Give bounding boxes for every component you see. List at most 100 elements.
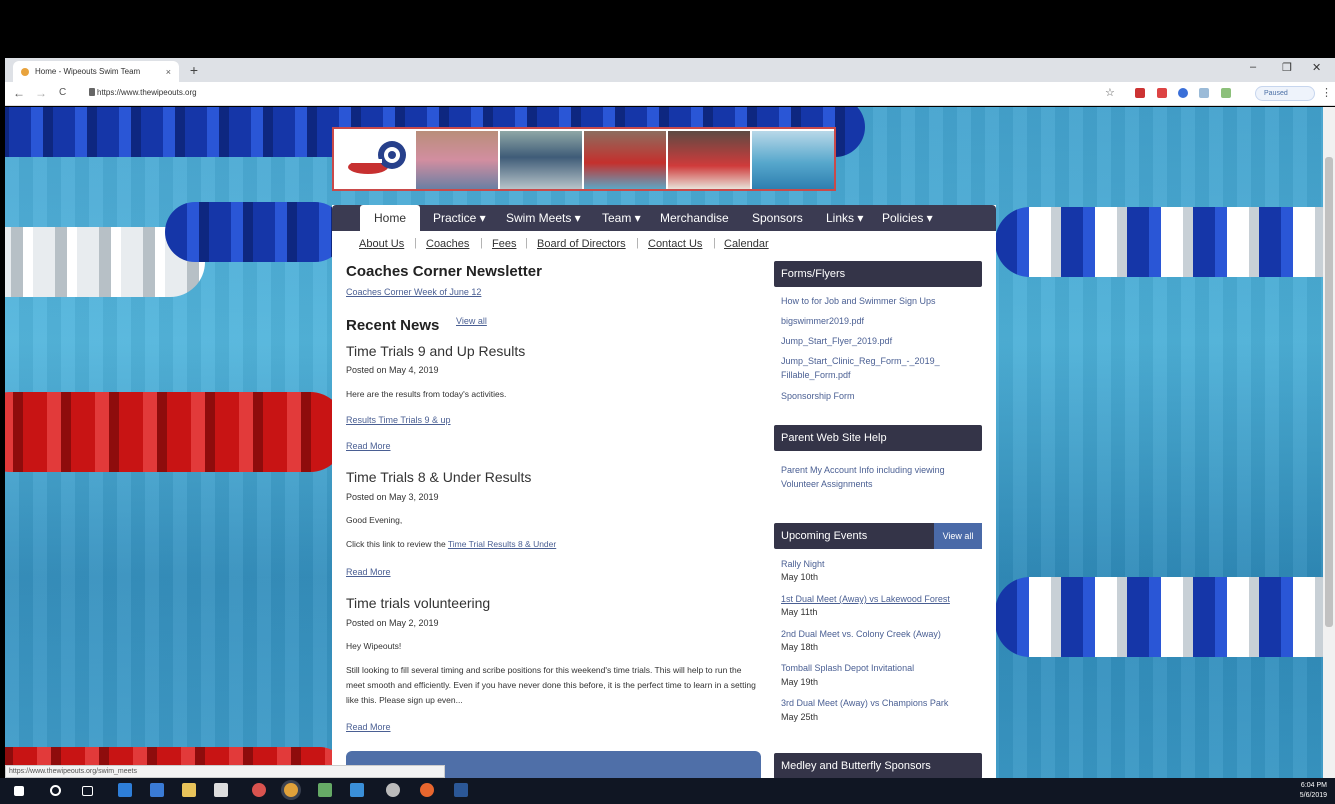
- back-button[interactable]: ←: [13, 86, 25, 100]
- minimize-button[interactable]: –: [1250, 61, 1256, 73]
- article-title[interactable]: Time Trials 9 and Up Results: [346, 343, 525, 359]
- lane-rope-right-lower: [995, 577, 1323, 657]
- app-icon[interactable]: [350, 783, 364, 797]
- browser-menu-icon[interactable]: ⋮: [1321, 86, 1332, 99]
- reload-button[interactable]: C: [59, 87, 66, 98]
- subnav-coaches[interactable]: Coaches: [426, 238, 469, 250]
- form-link[interactable]: How to for Job and Swimmer Sign Ups: [781, 294, 976, 308]
- store-icon[interactable]: [150, 783, 164, 797]
- article-date: Posted on May 4, 2019: [346, 365, 439, 375]
- nav-practice[interactable]: Practice ▾: [433, 205, 486, 231]
- read-more-link[interactable]: Read More: [346, 722, 391, 732]
- bookmark-star-icon[interactable]: ☆: [1105, 86, 1115, 99]
- nav-swim-meets[interactable]: Swim Meets ▾: [506, 205, 581, 231]
- app-icon[interactable]: [252, 783, 266, 797]
- new-tab-button[interactable]: +: [185, 62, 203, 78]
- browser-toolbar: ← → C https://www.thewipeouts.org ☆ Paus…: [5, 82, 1335, 106]
- event-link[interactable]: Tomball Splash Depot Invitational: [781, 661, 976, 675]
- app-icon[interactable]: [420, 783, 434, 797]
- article-results-link[interactable]: Results Time Trials 9 & up: [346, 415, 451, 425]
- subnav-divider: |: [480, 237, 483, 249]
- page-viewport: Home Practice ▾ Swim Meets ▾ Team ▾ Merc…: [5, 107, 1323, 778]
- tab-close-icon[interactable]: ×: [166, 67, 171, 77]
- app-icon[interactable]: [386, 783, 400, 797]
- task-view-icon[interactable]: [82, 786, 93, 796]
- profile-paused-button[interactable]: Paused: [1255, 86, 1315, 101]
- news-view-all-link[interactable]: View all: [456, 316, 487, 326]
- main-nav: Home Practice ▾ Swim Meets ▾ Team ▾ Merc…: [332, 205, 996, 231]
- link-status-bar: https://www.thewipeouts.org/swim_meets: [5, 765, 445, 778]
- event-link[interactable]: 2nd Dual Meet vs. Colony Creek (Away): [781, 627, 976, 641]
- form-link[interactable]: Jump_Start_Flyer_2019.pdf: [781, 334, 976, 348]
- nav-links[interactable]: Links ▾: [826, 205, 863, 231]
- word-icon[interactable]: [454, 783, 468, 797]
- restore-button[interactable]: ❐: [1282, 61, 1292, 74]
- app-icon[interactable]: [318, 783, 332, 797]
- close-window-button[interactable]: ✕: [1312, 61, 1321, 74]
- browser-tab[interactable]: Home - Wipeouts Swim Team ×: [13, 61, 179, 82]
- extension-icon[interactable]: [1221, 88, 1231, 98]
- sponsors-heading: Medley and Butterfly Sponsors: [774, 753, 982, 778]
- screen-top-bar: [0, 0, 1335, 58]
- article-body: Here are the results from today's activi…: [346, 389, 507, 399]
- article-results-link[interactable]: Time Trial Results 8 & Under: [448, 539, 556, 549]
- read-more-link[interactable]: Read More: [346, 441, 391, 451]
- recent-news-heading: Recent News: [346, 317, 440, 334]
- help-link[interactable]: Parent My Account Info including viewing…: [781, 463, 976, 491]
- extension-icon[interactable]: [1135, 88, 1145, 98]
- banner-photo: [668, 131, 750, 189]
- windows-start-icon[interactable]: [14, 786, 24, 796]
- extension-icon[interactable]: [1178, 88, 1188, 98]
- page-scrollbar[interactable]: [1323, 107, 1335, 778]
- event-link[interactable]: 3rd Dual Meet (Away) vs Champions Park: [781, 696, 976, 710]
- banner-photo: [584, 131, 666, 189]
- site-banner[interactable]: [332, 127, 836, 191]
- scrollbar-thumb[interactable]: [1325, 157, 1333, 627]
- article-date: Posted on May 2, 2019: [346, 618, 439, 628]
- upcoming-events-heading: Upcoming Events View all: [774, 523, 982, 549]
- subnav-calendar[interactable]: Calendar: [724, 238, 769, 250]
- subnav-about-us[interactable]: About Us: [359, 238, 404, 250]
- forward-button[interactable]: →: [35, 86, 47, 100]
- subnav-fees[interactable]: Fees: [492, 238, 516, 250]
- nav-merchandise[interactable]: Merchandise: [660, 205, 729, 231]
- subnav-divider: |: [713, 237, 716, 249]
- nav-sponsors[interactable]: Sponsors: [752, 205, 803, 231]
- article-body-line: Click this link to review the Time Trial…: [346, 537, 756, 552]
- article-body: Still looking to fill several timing and…: [346, 665, 756, 705]
- article-title[interactable]: Time Trials 8 & Under Results: [346, 469, 531, 485]
- edge-icon[interactable]: [118, 783, 132, 797]
- events-view-all-button[interactable]: View all: [934, 523, 982, 549]
- file-explorer-icon[interactable]: [182, 783, 196, 797]
- site-favicon-icon: [21, 67, 29, 76]
- nav-home[interactable]: Home: [360, 205, 421, 231]
- system-clock[interactable]: 6:04 PM 5/6/2019: [1300, 781, 1327, 801]
- lane-rope-red-left: [5, 392, 345, 472]
- subnav-divider: |: [414, 237, 417, 249]
- event-date: May 18th: [781, 642, 819, 652]
- form-link[interactable]: Sponsorship Form: [781, 389, 976, 403]
- nav-team[interactable]: Team ▾: [602, 205, 641, 231]
- form-link[interactable]: bigswimmer2019.pdf: [781, 314, 976, 328]
- app-icon[interactable]: [214, 783, 228, 797]
- cortana-search-icon[interactable]: [50, 785, 61, 796]
- subnav-board-of-directors[interactable]: Board of Directors: [537, 238, 626, 250]
- tab-title: Home - Wipeouts Swim Team: [35, 67, 141, 76]
- address-bar[interactable]: https://www.thewipeouts.org: [97, 88, 197, 97]
- extension-icon[interactable]: [1199, 88, 1209, 98]
- form-link[interactable]: Jump_Start_Clinic_Reg_Form_-_2019_Fillab…: [781, 354, 941, 382]
- event-date: May 11th: [781, 607, 818, 617]
- event-link[interactable]: Rally Night: [781, 557, 976, 571]
- read-more-link[interactable]: Read More: [346, 567, 391, 577]
- subnav-contact-us[interactable]: Contact Us: [648, 238, 702, 250]
- article-body-text: Click this link to review the: [346, 539, 448, 549]
- extension-icon[interactable]: [1157, 88, 1167, 98]
- article-title[interactable]: Time trials volunteering: [346, 595, 490, 611]
- event-link[interactable]: 1st Dual Meet (Away) vs Lakewood Forest: [781, 592, 976, 606]
- chrome-icon[interactable]: [284, 783, 298, 797]
- banner-photo: [416, 131, 498, 189]
- clock-time: 6:04 PM: [1300, 782, 1327, 789]
- banner-photo: [752, 131, 834, 189]
- nav-policies[interactable]: Policies ▾: [882, 205, 933, 231]
- newsletter-link[interactable]: Coaches Corner Week of June 12: [346, 287, 481, 297]
